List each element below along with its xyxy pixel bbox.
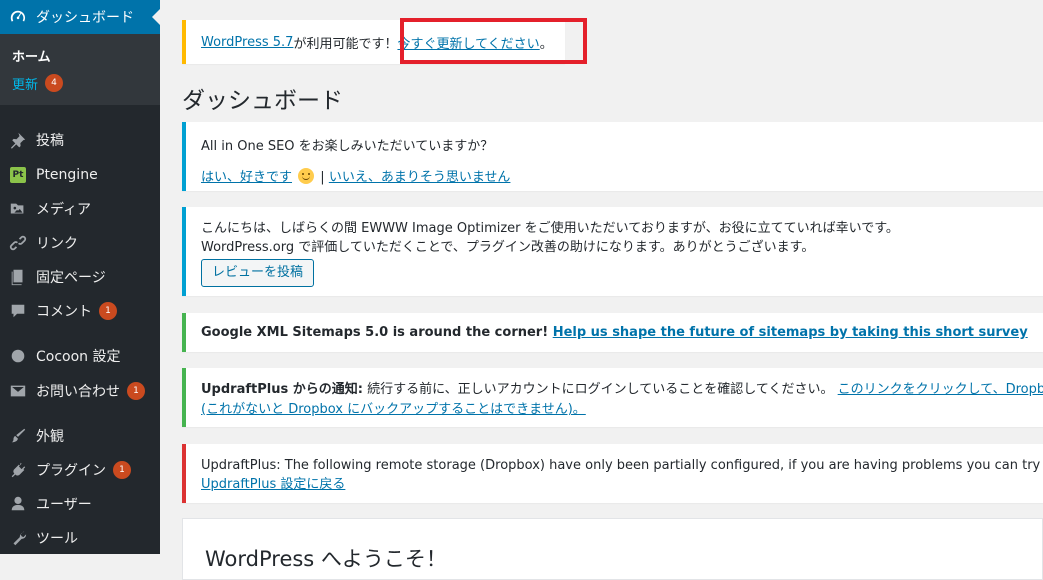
sitemaps-text: Google XML Sitemaps 5.0 is around the co… bbox=[201, 325, 553, 340]
comment-icon bbox=[0, 302, 36, 320]
sidebar-item-label: リンク bbox=[36, 236, 78, 252]
updraft-notice-text: 続行する前に、正しいアカウントにログインしていることを確認してください。 bbox=[362, 382, 838, 397]
ptengine-icon-text: Pt bbox=[10, 167, 26, 183]
updraft-error-text: UpdraftPlus: The following remote storag… bbox=[201, 458, 1043, 473]
sidebar-item-label: ユーザー bbox=[36, 497, 92, 513]
sidebar-item-label: 投稿 bbox=[36, 133, 64, 149]
welcome-title: WordPress へようこそ！ bbox=[205, 547, 447, 571]
sidebar-item-label: ツール bbox=[36, 531, 78, 547]
brush-icon bbox=[0, 427, 36, 445]
sidebar-item-9[interactable]: 外観 bbox=[0, 419, 160, 453]
wrench-icon bbox=[0, 529, 36, 547]
sidebar-item-10[interactable]: プラグイン 1 bbox=[0, 453, 160, 487]
update-nag-text: が利用可能です！ bbox=[293, 36, 398, 52]
admin-sidebar: ダッシュボード ホーム 更新 4 投稿 Pt Ptengine メディアリンク固定ペー… bbox=[0, 0, 160, 554]
aioseo-no-link[interactable]: いいえ、あまりそう思いません bbox=[329, 170, 511, 185]
sidebar-item-3[interactable]: メディア bbox=[0, 192, 160, 226]
aioseo-question: All in One SEO をお楽しみいただいていますか？ bbox=[201, 139, 494, 154]
page-title: ダッシュボード bbox=[182, 88, 343, 114]
wordpress-version-link[interactable]: WordPress 5.7 bbox=[201, 35, 293, 50]
user-icon bbox=[0, 495, 36, 513]
ewww-line-2: WordPress.org で評価していただくことで、プラグイン改善の助けになり… bbox=[201, 240, 815, 255]
updraft-dropbox-link[interactable]: このリンクをクリックして、Dropbox bbox=[838, 382, 1043, 397]
ewww-notice: こんにちは、しばらくの間 EWWW Image Optimizer をご使用いた… bbox=[182, 207, 1043, 296]
sidebar-item-2[interactable]: Pt Ptengine bbox=[0, 158, 160, 192]
aioseo-links: はい、好きです | いいえ、あまりそう思いません bbox=[201, 166, 1043, 185]
sidebar-item-6[interactable]: コメント 1 bbox=[0, 294, 160, 328]
sidebar-item-12[interactable]: ツール bbox=[0, 521, 160, 555]
welcome-panel: WordPress へようこそ！ bbox=[182, 518, 1043, 580]
updraft-notice: UpdraftPlus からの通知: 続行する前に、正しいアカウントにログインし… bbox=[182, 368, 1043, 427]
smile-icon bbox=[298, 168, 315, 184]
update-now-link[interactable]: 今すぐ更新してください bbox=[397, 33, 539, 52]
plugin-icon bbox=[0, 461, 36, 479]
sidebar-item-label: Cocoon 設定 bbox=[36, 349, 121, 365]
sitemaps-survey-link[interactable]: Help us shape the future of sitemaps by … bbox=[553, 325, 1028, 340]
menu-dashboard-label: ダッシュボード bbox=[36, 10, 134, 26]
sidebar-item-11[interactable]: ユーザー bbox=[0, 487, 160, 521]
sitemaps-text-row: Google XML Sitemaps 5.0 is around the co… bbox=[201, 325, 1043, 340]
dashboard-submenu: ホーム 更新 4 bbox=[0, 34, 160, 105]
sidebar-item-label: メディア bbox=[36, 202, 92, 218]
ewww-line-1: こんにちは、しばらくの間 EWWW Image Optimizer をご使用いた… bbox=[201, 221, 899, 236]
mail-icon bbox=[0, 382, 36, 400]
sidebar-item-label: コメント bbox=[36, 304, 92, 320]
main-content: WordPress 5.7 が利用可能です！ 今すぐ更新してください 。 ダッシ… bbox=[160, 0, 1043, 580]
dashboard-icon bbox=[0, 8, 36, 26]
link-icon bbox=[0, 234, 36, 252]
updraft-settings-link[interactable]: UpdraftPlus 設定に戻る bbox=[201, 477, 345, 492]
submenu-updates-label: 更新 bbox=[12, 77, 39, 93]
circle-icon bbox=[0, 347, 36, 365]
page-icon bbox=[0, 268, 36, 286]
sidebar-item-label: 固定ページ bbox=[36, 270, 106, 286]
menu-dashboard[interactable]: ダッシュボード bbox=[0, 0, 160, 34]
sidebar-item-label: Ptengine bbox=[36, 167, 98, 183]
aioseo-separator: | bbox=[316, 170, 329, 185]
media-icon bbox=[0, 200, 36, 218]
submenu-updates[interactable]: 更新 4 bbox=[0, 69, 160, 97]
sidebar-item-label: プラグイン bbox=[36, 463, 106, 479]
pin-icon bbox=[0, 131, 36, 149]
sidebar-item-7[interactable]: Cocoon 設定 bbox=[0, 339, 160, 373]
review-button[interactable]: レビューを投稿 bbox=[201, 259, 315, 287]
aioseo-yes-link[interactable]: はい、好きです bbox=[201, 170, 292, 185]
sidebar-item-4[interactable]: リンク bbox=[0, 226, 160, 260]
sidebar-item-label: お問い合わせ bbox=[36, 384, 120, 400]
aioseo-notice: All in One SEO をお楽しみいただいていますか？ はい、好きです |… bbox=[182, 122, 1043, 191]
sidebar-item-1[interactable]: 投稿 bbox=[0, 123, 160, 157]
sitemaps-notice: Google XML Sitemaps 5.0 is around the co… bbox=[182, 313, 1043, 352]
sidebar-item-label: 外観 bbox=[36, 429, 64, 445]
update-nag-end: 。 bbox=[539, 36, 553, 52]
sidebar-item-5[interactable]: 固定ページ bbox=[0, 260, 160, 294]
updraft-notice-row: UpdraftPlus からの通知: 続行する前に、正しいアカウントにログインし… bbox=[201, 379, 1043, 400]
update-nag-notice: WordPress 5.7 が利用可能です！ 今すぐ更新してください 。 bbox=[182, 20, 565, 64]
updraft-dropbox-link-cont[interactable]: (これがないと Dropbox にバックアップすることはできません)。 bbox=[201, 402, 586, 417]
sidebar-item-8[interactable]: お問い合わせ 1 bbox=[0, 374, 160, 408]
count-badge: 1 bbox=[113, 461, 131, 479]
count-badge: 1 bbox=[127, 382, 145, 400]
submenu-home[interactable]: ホーム bbox=[0, 41, 160, 69]
updraft-notice-title: UpdraftPlus からの通知: bbox=[201, 382, 363, 397]
ptengine-icon: Pt bbox=[0, 167, 36, 183]
updraft-error-notice: UpdraftPlus: The following remote storag… bbox=[182, 444, 1043, 503]
count-badge: 1 bbox=[99, 302, 117, 320]
updates-count-badge: 4 bbox=[45, 74, 64, 92]
